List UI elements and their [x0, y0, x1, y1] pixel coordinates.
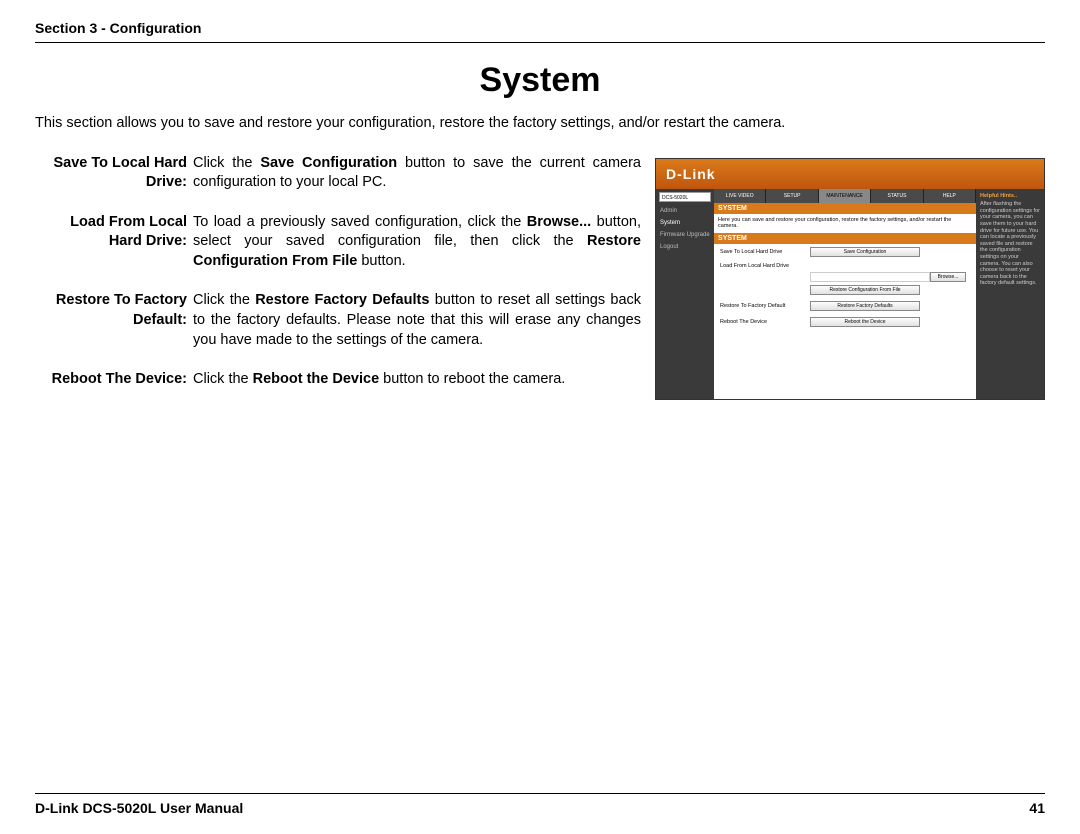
def-label: Save To Local Hard Drive:: [35, 154, 193, 193]
system-heading: SYSTEM: [714, 203, 976, 214]
hints-heading: Helpful Hints..: [980, 193, 1040, 200]
row-label: Reboot The Device: [720, 319, 810, 325]
row-load: Load From Local Hard Drive: [714, 260, 976, 272]
def-reboot: Reboot The Device: Click the Reboot the …: [35, 370, 641, 390]
restore-from-file-button[interactable]: Restore Configuration From File: [810, 285, 920, 295]
row-save: Save To Local Hard Drive Save Configurat…: [714, 244, 976, 260]
bold: Browse...: [527, 214, 591, 230]
def-save-local: Save To Local Hard Drive: Click the Save…: [35, 154, 641, 193]
shot-main: LIVE VIDEO SETUP MAINTENANCE STATUS HELP…: [714, 189, 976, 399]
def-body: Click the Save Configuration button to s…: [193, 154, 641, 193]
def-label: Reboot The Device:: [35, 370, 193, 390]
def-load-local: Load From Local Hard Drive: To load a pr…: [35, 213, 641, 272]
content-row: Save To Local Hard Drive: Click the Save…: [35, 154, 1045, 410]
shot-hints: Helpful Hints.. After flashing the confi…: [976, 189, 1044, 399]
section-header: Section 3 - Configuration: [35, 20, 1045, 43]
nav-logout[interactable]: Logout: [656, 241, 714, 253]
row-factory: Restore To Factory Default Restore Facto…: [714, 298, 976, 314]
intro-paragraph: This section allows you to save and rest…: [35, 114, 1045, 134]
shot-body: DCS-5020L Admin System Firmware Upgrade …: [656, 189, 1044, 399]
save-config-button[interactable]: Save Configuration: [810, 247, 920, 257]
screenshot-wrapper: D-Link DCS-5020L Admin System Firmware U…: [655, 154, 1045, 410]
system-intro: Here you can save and restore your confi…: [714, 214, 976, 233]
page-title: System: [35, 61, 1045, 100]
router-ui-screenshot: D-Link DCS-5020L Admin System Firmware U…: [655, 158, 1045, 400]
def-body: To load a previously saved configuration…: [193, 213, 641, 272]
bold: Save Configuration: [260, 155, 397, 171]
tab-setup[interactable]: SETUP: [766, 189, 818, 203]
def-label: Restore To Factory Default:: [35, 291, 193, 350]
shot-left-nav: DCS-5020L Admin System Firmware Upgrade …: [656, 189, 714, 399]
def-label: Load From Local Hard Drive:: [35, 213, 193, 272]
nav-admin[interactable]: Admin: [656, 205, 714, 217]
hints-text: After flashing the configuration setting…: [980, 201, 1040, 287]
nav-firmware[interactable]: Firmware Upgrade: [656, 229, 714, 241]
row-reboot: Reboot The Device Reboot the Device: [714, 314, 976, 330]
def-restore-factory: Restore To Factory Default: Click the Re…: [35, 291, 641, 350]
definition-list: Save To Local Hard Drive: Click the Save…: [35, 154, 641, 410]
nav-system[interactable]: System: [656, 217, 714, 229]
model-label: DCS-5020L: [659, 192, 711, 202]
footer-page-number: 41: [1029, 800, 1045, 816]
tab-status[interactable]: STATUS: [871, 189, 923, 203]
brand-logo: D-Link: [666, 166, 716, 182]
page-footer: D-Link DCS-5020L User Manual 41: [35, 793, 1045, 816]
row-restore-file: Restore Configuration From File: [714, 285, 976, 298]
t: Click the: [193, 371, 253, 387]
restore-factory-button[interactable]: Restore Factory Defaults: [810, 301, 920, 311]
t: button to reboot the camera.: [379, 371, 565, 387]
shot-header: D-Link: [656, 159, 1044, 189]
row-label: Load From Local Hard Drive: [720, 263, 810, 269]
file-path-input[interactable]: [810, 272, 930, 282]
tab-help[interactable]: HELP: [924, 189, 976, 203]
tab-maintenance[interactable]: MAINTENANCE: [819, 189, 871, 203]
reboot-button[interactable]: Reboot the Device: [810, 317, 920, 327]
t: Click the: [193, 292, 255, 308]
system-heading-2: SYSTEM: [714, 233, 976, 244]
bold: Restore Factory Defaults: [255, 292, 429, 308]
row-label: Restore To Factory Default: [720, 303, 810, 309]
row-load-ctl: Browse...: [714, 272, 976, 285]
row-label: Save To Local Hard Drive: [720, 249, 810, 255]
t: To load a previously saved configuration…: [193, 214, 527, 230]
browse-button[interactable]: Browse...: [930, 272, 966, 282]
def-body: Click the Restore Factory Defaults butto…: [193, 291, 641, 350]
tabs: LIVE VIDEO SETUP MAINTENANCE STATUS HELP: [714, 189, 976, 203]
footer-left: D-Link DCS-5020L User Manual: [35, 800, 243, 816]
def-body: Click the Reboot the Device button to re…: [193, 370, 641, 390]
t: button.: [357, 253, 405, 269]
t: Click the: [193, 155, 260, 171]
tab-live[interactable]: LIVE VIDEO: [714, 189, 766, 203]
bold: Reboot the Device: [253, 371, 380, 387]
